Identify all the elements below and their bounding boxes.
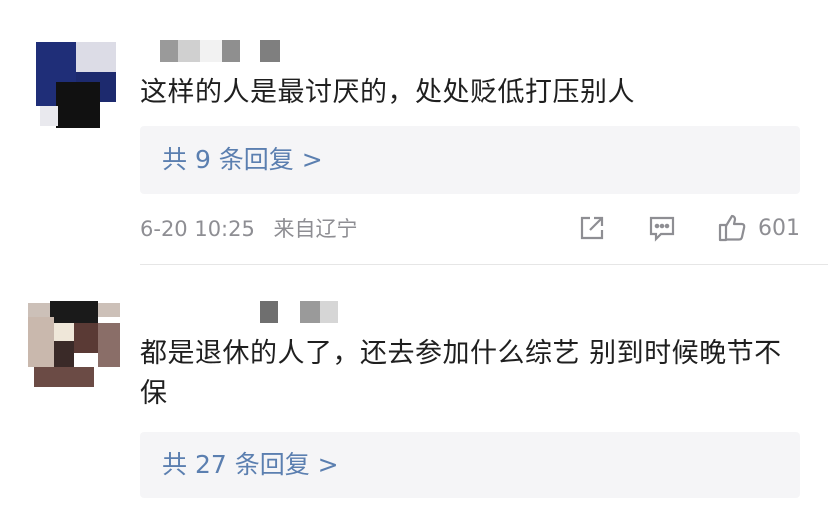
comment-text: 这样的人是最讨厌的，处处贬低打压别人	[140, 77, 635, 108]
comment-actions: 601	[576, 212, 800, 244]
like-count: 601	[758, 215, 800, 241]
comment-text: 都是退休的人了，还去参加什么综艺 别到时候晚节不保	[140, 338, 782, 409]
avatar[interactable]	[28, 297, 120, 389]
view-replies-button[interactable]: 共 9 条回复 >	[140, 126, 800, 194]
comment-item: 这样的人是最讨厌的，处处贬低打压别人 共 9 条回复 > 6-20 10:25 …	[0, 0, 828, 265]
username-mosaic[interactable]	[260, 301, 350, 323]
comment-icon[interactable]	[646, 212, 678, 244]
comment-date: 6-20 10:25	[140, 217, 255, 241]
view-replies-button[interactable]: 共 27 条回复 >	[140, 432, 800, 498]
share-icon[interactable]	[576, 212, 608, 244]
comment-meta: 6-20 10:25 来自辽宁	[140, 214, 358, 244]
username-mosaic[interactable]	[160, 40, 290, 62]
avatar[interactable]	[28, 38, 120, 130]
comment-item: 都是退休的人了，还去参加什么综艺 别到时候晚节不保 共 27 条回复 >	[0, 265, 828, 509]
comment-location: 来自辽宁	[273, 217, 358, 241]
thumbs-up-icon[interactable]	[716, 212, 748, 244]
